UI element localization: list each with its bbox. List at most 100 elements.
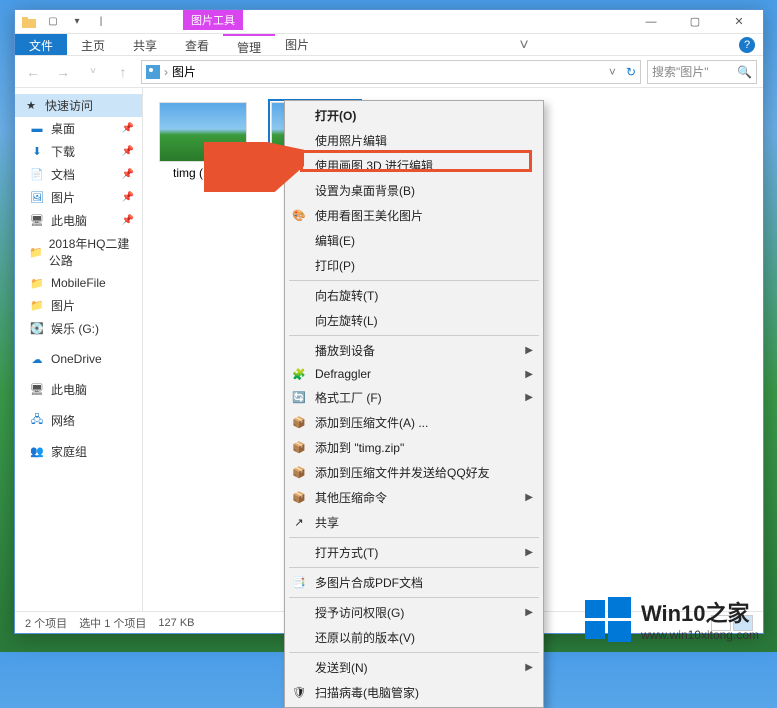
nav-downloads[interactable]: ⬇下载📌: [15, 140, 142, 163]
minimize-button[interactable]: —: [629, 10, 673, 34]
watermark-title: Win10之家: [641, 596, 759, 628]
qat-new-folder-icon[interactable]: ▾: [67, 12, 87, 32]
nav-documents[interactable]: 📄文档📌: [15, 163, 142, 186]
windows-logo-icon: [585, 596, 631, 642]
file-item[interactable]: timg (1).jpg: [157, 102, 249, 180]
search-icon: 🔍: [737, 65, 752, 79]
address-bar[interactable]: › 图片 ˅ ↻: [141, 60, 641, 84]
menu-item-label: 其他压缩命令: [315, 489, 387, 506]
back-button[interactable]: ←: [21, 60, 45, 84]
menu-item-label: Defraggler: [315, 367, 371, 381]
nav-pictures[interactable]: 🖼图片📌: [15, 186, 142, 209]
submenu-arrow-icon: ▶: [525, 369, 533, 380]
pic-icon: 🖼: [29, 190, 45, 206]
paint-icon: 🎨: [291, 208, 307, 224]
pc-icon: 🖥: [29, 213, 45, 229]
menu-item-label: 设置为桌面背景(B): [315, 182, 415, 199]
contextual-tab-label: 图片工具: [183, 10, 243, 30]
tab-file[interactable]: 文件: [15, 34, 67, 55]
menu-item[interactable]: 编辑(E): [285, 228, 543, 253]
menu-separator: [289, 335, 539, 336]
menu-item[interactable]: 📦添加到压缩文件(A) ...: [285, 410, 543, 435]
ff-icon: 🔄: [291, 390, 307, 406]
tab-manage[interactable]: 管理: [223, 34, 275, 55]
menu-item[interactable]: ↗ 共享: [285, 510, 543, 535]
menu-item[interactable]: 🧩Defraggler▶: [285, 363, 543, 385]
menu-item[interactable]: 使用照片编辑: [285, 128, 543, 153]
menu-item[interactable]: 📦其他压缩命令▶: [285, 485, 543, 510]
refresh-icon[interactable]: ↻: [626, 65, 636, 79]
nav-folder-3[interactable]: 📁图片: [15, 294, 142, 317]
menu-item-label: 打印(P): [315, 257, 355, 274]
nav-this-pc[interactable]: 🖥此电脑: [15, 378, 142, 401]
contextual-tab-group: 图片工具: [183, 10, 243, 30]
menu-item[interactable]: 使用画图 3D 进行编辑: [285, 153, 543, 178]
recent-button[interactable]: ˅: [81, 60, 105, 84]
qat-properties-icon[interactable]: ▢: [43, 12, 63, 32]
menu-item-label: 向右旋转(T): [315, 287, 378, 304]
close-button[interactable]: ✕: [717, 10, 761, 34]
maximize-button[interactable]: ▢: [673, 10, 717, 34]
menu-item[interactable]: 🔄格式工厂 (F)▶: [285, 385, 543, 410]
forward-button[interactable]: →: [51, 60, 75, 84]
menu-item-label: 扫描病毒(电脑管家): [315, 684, 419, 701]
tab-share[interactable]: 共享: [119, 34, 171, 55]
menu-item[interactable]: 🎨使用看图王美化图片: [285, 203, 543, 228]
pc-icon: 🖥: [29, 382, 45, 398]
addr-dropdown-icon[interactable]: ˅: [609, 65, 616, 79]
tab-view[interactable]: 查看: [171, 34, 223, 55]
menu-item[interactable]: 打开方式(T)▶: [285, 540, 543, 565]
menu-item[interactable]: 打开(O): [285, 103, 543, 128]
menu-item[interactable]: 发送到(N)▶: [285, 655, 543, 680]
folder-icon: 📁: [29, 275, 45, 291]
nav-this-pc-pinned[interactable]: 🖥此电脑📌: [15, 209, 142, 232]
ribbon-expand-button[interactable]: ˅: [509, 34, 538, 55]
menu-item-label: 播放到设备: [315, 342, 375, 359]
menu-item-label: 共享: [315, 514, 339, 531]
shield-icon: 🛡: [291, 685, 307, 701]
nav-desktop[interactable]: ▬桌面📌: [15, 117, 142, 140]
desktop-icon: ▬: [29, 121, 45, 137]
nav-homegroup[interactable]: 👥家庭组: [15, 440, 142, 463]
menu-item-label: 添加到压缩文件(A) ...: [315, 414, 428, 431]
download-icon: ⬇: [29, 144, 45, 160]
menu-item-label: 编辑(E): [315, 232, 355, 249]
titlebar: ▢ ▾ | — ▢ ✕: [15, 10, 763, 34]
rar-icon: 📦: [291, 465, 307, 481]
star-icon: ★: [23, 98, 39, 114]
menu-separator: [289, 567, 539, 568]
pin-icon: 📌: [122, 146, 134, 157]
nav-quick-access[interactable]: ★ 快速访问: [15, 94, 142, 117]
nav-network[interactable]: 🖧网络: [15, 409, 142, 432]
help-button[interactable]: ?: [739, 37, 755, 53]
search-input[interactable]: 搜索"图片" 🔍: [647, 60, 757, 84]
menu-item[interactable]: 授予访问权限(G)▶: [285, 600, 543, 625]
nav-onedrive[interactable]: ☁OneDrive: [15, 348, 142, 370]
qat-separator: |: [91, 12, 111, 32]
menu-item-label: 多图片合成PDF文档: [315, 574, 423, 591]
nav-folder-1[interactable]: 📁2018年HQ二建公路: [15, 232, 142, 272]
menu-item[interactable]: 🛡 扫描病毒(电脑管家): [285, 680, 543, 705]
menu-item[interactable]: 设置为桌面背景(B): [285, 178, 543, 203]
menu-item[interactable]: 向左旋转(L): [285, 308, 543, 333]
nav-drive-g[interactable]: 💽娱乐 (G:): [15, 317, 142, 340]
menu-item[interactable]: 📑多图片合成PDF文档: [285, 570, 543, 595]
menu-item[interactable]: 播放到设备▶: [285, 338, 543, 363]
menu-item[interactable]: 打印(P): [285, 253, 543, 278]
ribbon-tabs: 文件 主页 共享 查看 管理 图片 ˅ ?: [15, 34, 763, 56]
menu-item-label: 添加到 "timg.zip": [315, 439, 404, 456]
status-selected: 选中 1 个项目: [79, 615, 146, 631]
pin-icon: 📌: [122, 169, 134, 180]
menu-item[interactable]: 还原以前的版本(V): [285, 625, 543, 650]
menu-item[interactable]: 向右旋转(T): [285, 283, 543, 308]
breadcrumb-chevron-icon[interactable]: ›: [164, 65, 168, 79]
up-button[interactable]: ↑: [111, 60, 135, 84]
menu-item[interactable]: 📦添加到压缩文件并发送给QQ好友: [285, 460, 543, 485]
watermark-text: Win10之家 www.win10xitong.com: [641, 596, 759, 642]
menu-item[interactable]: 📦添加到 "timg.zip": [285, 435, 543, 460]
breadcrumb-segment[interactable]: 图片: [172, 63, 196, 80]
share-icon: ↗: [291, 515, 307, 531]
tab-home[interactable]: 主页: [67, 34, 119, 55]
thumbnail: [159, 102, 247, 162]
nav-folder-2[interactable]: 📁MobileFile: [15, 272, 142, 294]
